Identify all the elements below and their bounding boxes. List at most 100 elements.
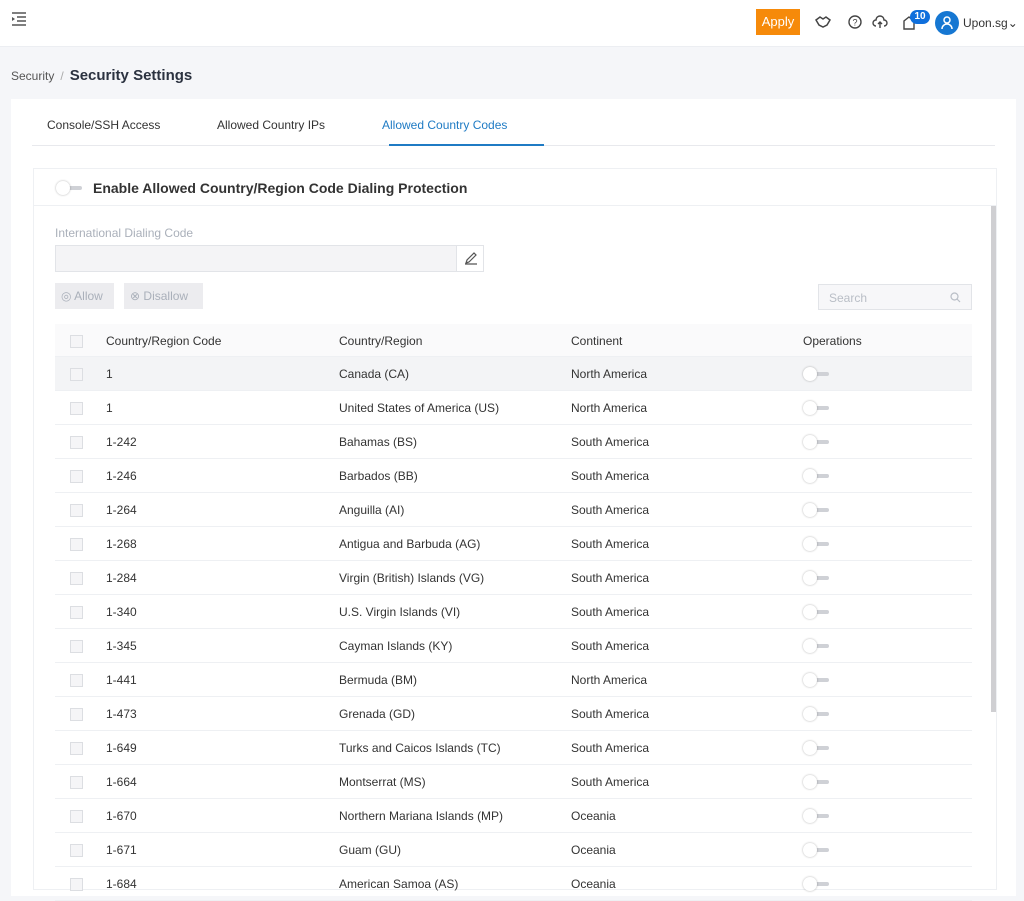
handshake-icon[interactable] [814,13,832,31]
row-operation-toggle[interactable] [803,809,833,823]
x-circle-icon: ⊗ [130,289,141,303]
avatar[interactable] [935,11,959,35]
table-row: 1-664 Montserrat (MS) South America [55,765,972,799]
tab-bar: Console/SSH Access Allowed Country IPs A… [32,99,995,146]
row-operation-toggle[interactable] [803,435,833,449]
row-checkbox[interactable] [70,368,83,381]
cell-country: American Samoa (AS) [339,877,459,891]
table-row: 1-340 U.S. Virgin Islands (VI) South Ame… [55,595,972,629]
row-operation-toggle[interactable] [803,775,833,789]
cell-code: 1-441 [106,673,137,687]
cell-continent: South America [571,639,650,653]
row-checkbox[interactable] [70,606,83,619]
tab-allowed-country-ips[interactable]: Allowed Country IPs [217,118,325,132]
tab-allowed-country-codes[interactable]: Allowed Country Codes [382,118,507,132]
cell-country: U.S. Virgin Islands (VI) [339,605,461,619]
table-row: 1-264 Anguilla (AI) South America [55,493,972,527]
row-checkbox[interactable] [70,402,83,415]
dialing-code-field[interactable] [55,245,484,272]
help-icon[interactable]: ? [846,13,864,31]
check-circle-icon: ◎ [61,289,72,303]
breadcrumb: Security / Security Settings [11,67,192,84]
table-row: 1-649 Turks and Caicos Islands (TC) Sout… [55,731,972,765]
row-checkbox[interactable] [70,742,83,755]
disallow-button[interactable]: ⊗ Disallow [124,283,203,309]
table-row: 1-441 Bermuda (BM) North America [55,663,972,697]
row-operation-toggle[interactable] [803,877,833,891]
header-country: Country/Region [339,334,423,348]
cell-country: Bermuda (BM) [339,673,418,687]
row-operation-toggle[interactable] [803,571,833,585]
row-operation-toggle[interactable] [803,605,833,619]
cell-country: Bahamas (BS) [339,435,418,449]
cell-continent: Oceania [571,877,616,891]
search-icon[interactable] [950,292,961,303]
edit-button[interactable] [456,246,483,271]
row-operation-toggle[interactable] [803,843,833,857]
main-panel: Console/SSH Access Allowed Country IPs A… [11,99,1016,901]
row-checkbox[interactable] [70,470,83,483]
cell-code: 1-242 [106,435,137,449]
cell-code: 1-664 [106,775,137,789]
row-operation-toggle[interactable] [803,469,833,483]
cell-country: Turks and Caicos Islands (TC) [339,741,501,755]
cell-code: 1-670 [106,809,137,823]
table-row: 1-268 Antigua and Barbuda (AG) South Ame… [55,527,972,561]
row-checkbox[interactable] [70,878,83,891]
user-icon [941,16,953,30]
select-all-checkbox[interactable] [70,335,83,348]
cell-continent: South America [571,605,650,619]
cell-country: United States of America (US) [339,401,500,415]
chevron-down-icon: ⌄ [1007,16,1018,30]
cell-continent: South America [571,571,650,585]
row-operation-toggle[interactable] [803,537,833,551]
table-header: Country/Region Code Country/Region Conti… [55,324,972,357]
row-operation-toggle[interactable] [803,741,833,755]
cell-continent: Oceania [571,843,616,857]
row-operation-toggle[interactable] [803,401,833,415]
cell-continent: South America [571,707,650,721]
tab-console-ssh-access[interactable]: Console/SSH Access [47,118,160,132]
row-operation-toggle[interactable] [803,367,833,381]
enable-protection-toggle[interactable] [56,181,86,195]
cell-country: Virgin (British) Islands (VG) [339,571,485,585]
disallow-label: Disallow [143,289,189,303]
row-operation-toggle[interactable] [803,707,833,721]
cell-continent: North America [571,367,648,381]
cell-continent: South America [571,435,650,449]
cell-code: 1-264 [106,503,137,517]
menu-collapse-icon[interactable] [12,12,26,26]
cell-code: 1-649 [106,741,137,755]
search-input[interactable]: Search [818,284,972,310]
allow-button[interactable]: ◎ Allow [55,283,114,309]
cell-code: 1-268 [106,537,137,551]
cell-continent: South America [571,503,650,517]
cloud-upload-icon[interactable] [871,13,889,31]
row-operation-toggle[interactable] [803,639,833,653]
row-checkbox[interactable] [70,776,83,789]
table-row: 1-284 Virgin (British) Islands (VG) Sout… [55,561,972,595]
cell-code: 1-473 [106,707,137,721]
row-checkbox[interactable] [70,708,83,721]
cell-code: 1-340 [106,605,137,619]
scrollbar[interactable] [991,206,996,712]
cell-code: 1-246 [106,469,137,483]
row-checkbox[interactable] [70,538,83,551]
user-menu[interactable]: Upon.sg⌄ [963,16,1018,30]
table-row: 1-670 Northern Mariana Islands (MP) Ocea… [55,799,972,833]
cell-country: Grenada (GD) [339,707,416,721]
row-operation-toggle[interactable] [803,503,833,517]
row-operation-toggle[interactable] [803,673,833,687]
apply-button[interactable]: Apply [756,9,800,35]
row-checkbox[interactable] [70,504,83,517]
row-checkbox[interactable] [70,674,83,687]
settings-card: Enable Allowed Country/Region Code Diali… [33,168,997,901]
cell-continent: South America [571,537,650,551]
svg-text:?: ? [852,18,857,28]
row-checkbox[interactable] [70,810,83,823]
breadcrumb-parent[interactable]: Security [11,69,54,83]
row-checkbox[interactable] [70,572,83,585]
row-checkbox[interactable] [70,640,83,653]
row-checkbox[interactable] [70,844,83,857]
row-checkbox[interactable] [70,436,83,449]
